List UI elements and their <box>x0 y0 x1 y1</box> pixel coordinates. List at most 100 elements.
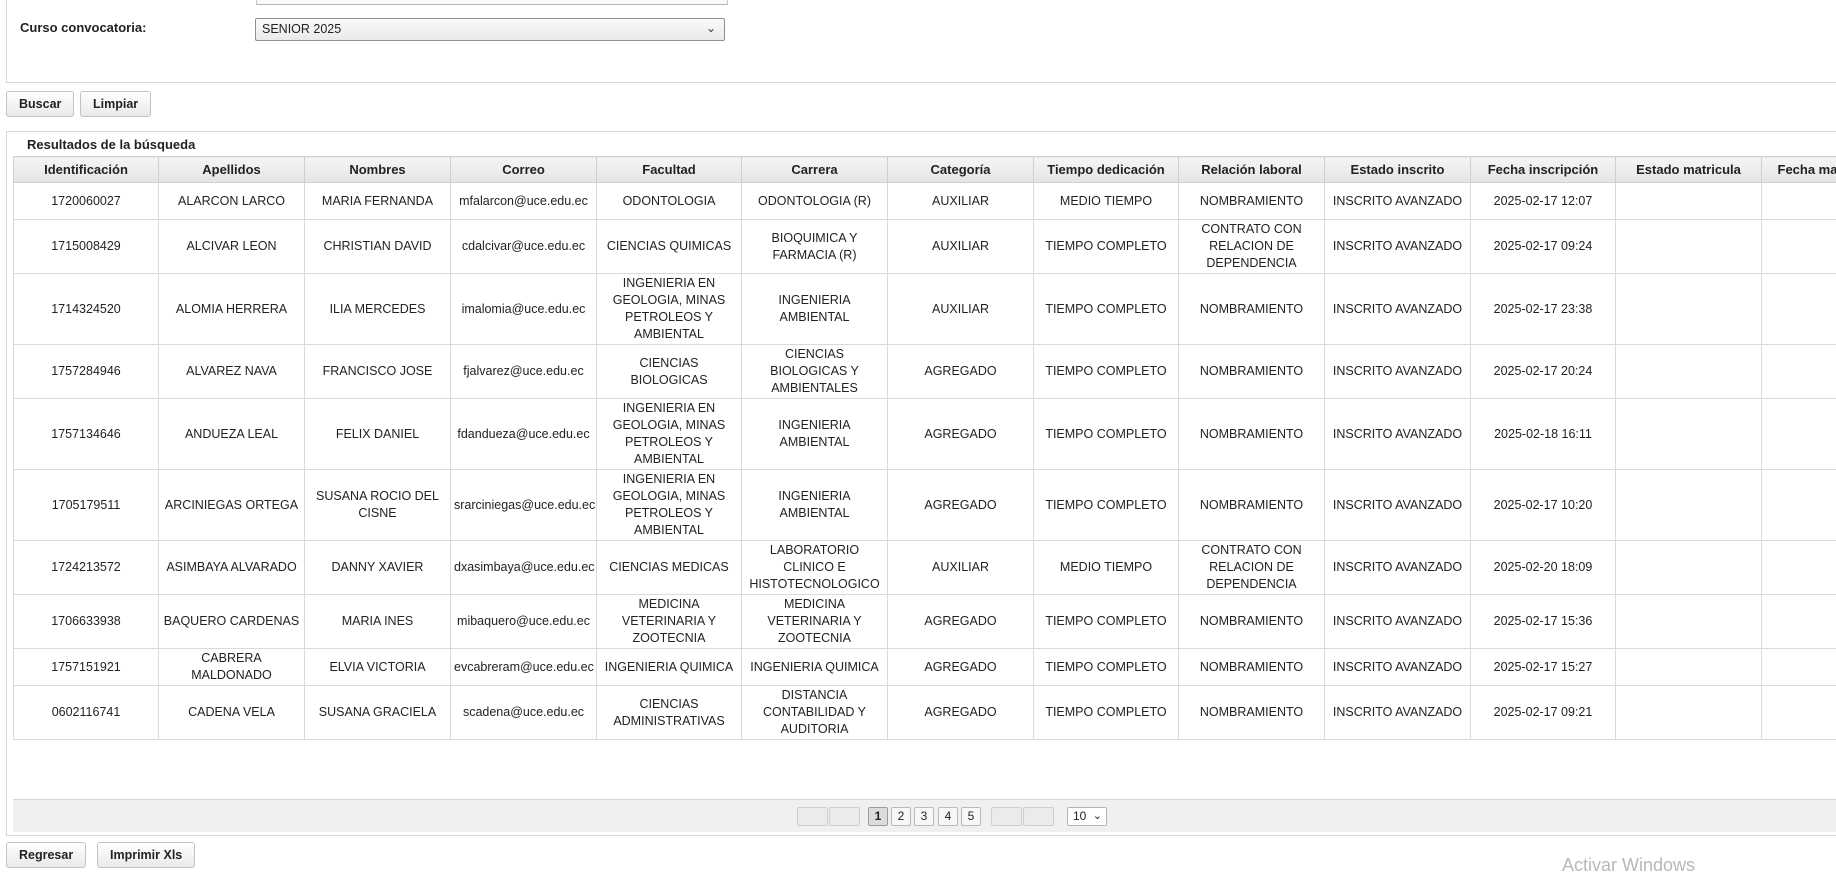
cell-nombres: MARIA INES <box>304 594 451 649</box>
column-header[interactable]: Apellidos <box>158 156 305 183</box>
table-row[interactable]: 1724213572 ASIMBAYA ALVARADO DANNY XAVIER d… <box>13 540 1836 595</box>
search-button[interactable]: Buscar <box>6 91 75 117</box>
column-header[interactable]: Identificación <box>13 156 159 183</box>
cell-relacion-laboral: NOMBRAMIENTO <box>1178 273 1325 345</box>
cell-identificacion: 1714324520 <box>13 273 159 345</box>
cell-facultad: ODONTOLOGIA <box>596 182 742 220</box>
cell-correo: mibaquero@uce.edu.ec <box>450 594 597 649</box>
cell-facultad: CIENCIAS QUIMICAS <box>596 219 742 274</box>
cell-identificacion: 1705179511 <box>13 469 159 541</box>
cell-estado-matricula <box>1615 219 1762 274</box>
cell-carrera: ODONTOLOGIA (R) <box>741 182 888 220</box>
cell-fecha-matricula <box>1761 273 1836 345</box>
cell-estado-inscrito: INSCRITO AVANZADO <box>1324 182 1471 220</box>
course-select[interactable]: SENIOR 2025 ⌄ <box>255 18 725 41</box>
export-xls-button[interactable]: Imprimir Xls <box>97 842 196 868</box>
course-label: Curso convocatoria: <box>20 20 147 35</box>
cell-identificacion: 1757151921 <box>13 648 159 686</box>
cell-nombres: FELIX DANIEL <box>304 398 451 470</box>
cell-carrera: MEDICINA VETERINARIA Y ZOOTECNIA <box>741 594 888 649</box>
cell-carrera: INGENIERIA AMBIENTAL <box>741 398 888 470</box>
column-header[interactable]: Estado matricula <box>1615 156 1762 183</box>
column-header[interactable]: Fecha ma <box>1761 156 1836 183</box>
cell-nombres: CHRISTIAN DAVID <box>304 219 451 274</box>
next-page-button[interactable] <box>991 807 1022 826</box>
cell-fecha-inscripcion: 2025-02-20 18:09 <box>1470 540 1616 595</box>
back-button[interactable]: Regresar <box>6 842 87 868</box>
last-page-button[interactable] <box>1023 807 1054 826</box>
table-row[interactable]: 1757284946 ALVAREZ NAVA FRANCISCO JOSE fjal… <box>13 344 1836 399</box>
cell-tiempo-dedicacion: TIEMPO COMPLETO <box>1033 273 1179 345</box>
cell-estado-inscrito: INSCRITO AVANZADO <box>1324 594 1471 649</box>
column-header[interactable]: Facultad <box>596 156 742 183</box>
first-page-button[interactable] <box>797 807 828 826</box>
cell-carrera: INGENIERIA QUIMICA <box>741 648 888 686</box>
cell-facultad: INGENIERIA EN GEOLOGIA, MINAS PETROLEOS … <box>596 398 742 470</box>
cell-identificacion: 1757134646 <box>13 398 159 470</box>
table-row[interactable]: 1715008429 ALCIVAR LEON CHRISTIAN DAVID cda… <box>13 219 1836 274</box>
cell-carrera: INGENIERIA AMBIENTAL <box>741 469 888 541</box>
cell-categoria: AGREGADO <box>887 344 1034 399</box>
table-row[interactable]: 0602116741 CADENA VELA SUSANA GRACIELA scad… <box>13 685 1836 740</box>
cell-estado-inscrito: INSCRITO AVANZADO <box>1324 219 1471 274</box>
cell-apellidos: BAQUERO CARDENAS <box>158 594 305 649</box>
column-header[interactable]: Correo <box>450 156 597 183</box>
page-button-4[interactable]: 4 <box>938 807 958 826</box>
prev-page-button[interactable] <box>829 807 860 826</box>
cell-fecha-matricula <box>1761 685 1836 740</box>
cell-fecha-inscripcion: 2025-02-17 09:24 <box>1470 219 1616 274</box>
cell-identificacion: 1757284946 <box>13 344 159 399</box>
chevron-down-icon: ⌄ <box>705 21 716 35</box>
cell-nombres: DANNY XAVIER <box>304 540 451 595</box>
column-header[interactable]: Categoría <box>887 156 1034 183</box>
column-header[interactable]: Tiempo dedicación <box>1033 156 1179 183</box>
cell-categoria: AGREGADO <box>887 648 1034 686</box>
table-row[interactable]: 1705179511 ARCINIEGAS ORTEGA SUSANA ROCIO … <box>13 469 1836 541</box>
cell-estado-matricula <box>1615 398 1762 470</box>
page-button-2[interactable]: 2 <box>891 807 911 826</box>
cell-estado-matricula <box>1615 648 1762 686</box>
cell-apellidos: ARCINIEGAS ORTEGA <box>158 469 305 541</box>
column-header[interactable]: Carrera <box>741 156 888 183</box>
cell-relacion-laboral: NOMBRAMIENTO <box>1178 594 1325 649</box>
cell-fecha-matricula <box>1761 398 1836 470</box>
cell-estado-inscrito: INSCRITO AVANZADO <box>1324 648 1471 686</box>
chevron-down-icon: ⌄ <box>1092 810 1102 822</box>
table-row[interactable]: 1757134646 ANDUEZA LEAL FELIX DANIEL fdandu… <box>13 398 1836 470</box>
column-header[interactable]: Relación laboral <box>1178 156 1325 183</box>
cell-estado-matricula <box>1615 273 1762 345</box>
course-select-value: SENIOR 2025 <box>262 22 342 36</box>
cell-carrera: INGENIERIA AMBIENTAL <box>741 273 888 345</box>
cell-facultad: MEDICINA VETERINARIA Y ZOOTECNIA <box>596 594 742 649</box>
cell-carrera: CIENCIAS BIOLOGICAS Y AMBIENTALES <box>741 344 888 399</box>
clear-button[interactable]: Limpiar <box>80 91 152 117</box>
table-body: 1720060027 ALARCON LARCO MARIA FERNANDA mfa… <box>13 182 1836 740</box>
cell-apellidos: ALCIVAR LEON <box>158 219 305 274</box>
rows-per-page-select[interactable]: 10 ⌄ <box>1067 807 1107 826</box>
column-header[interactable]: Nombres <box>304 156 451 183</box>
cell-categoria: AGREGADO <box>887 398 1034 470</box>
column-header[interactable]: Estado inscrito <box>1324 156 1471 183</box>
cell-apellidos: ANDUEZA LEAL <box>158 398 305 470</box>
cell-fecha-inscripcion: 2025-02-17 10:20 <box>1470 469 1616 541</box>
table-row[interactable]: 1706633938 BAQUERO CARDENAS MARIA INES miba… <box>13 594 1836 649</box>
page-button-5[interactable]: 5 <box>961 807 981 826</box>
page-button-1[interactable]: 1 <box>868 807 888 826</box>
cell-categoria: AGREGADO <box>887 469 1034 541</box>
results-title: Resultados de la búsqueda <box>27 137 196 152</box>
table-row[interactable]: 1714324520 ALOMIA HERRERA ILIA MERCEDES ima… <box>13 273 1836 345</box>
cell-estado-inscrito: INSCRITO AVANZADO <box>1324 540 1471 595</box>
cell-correo: mfalarcon@uce.edu.ec <box>450 182 597 220</box>
cell-categoria: AGREGADO <box>887 594 1034 649</box>
cell-estado-matricula <box>1615 685 1762 740</box>
windows-activation-watermark: Activar Windows <box>1562 855 1696 875</box>
table-row[interactable]: 1720060027 ALARCON LARCO MARIA FERNANDA mfa… <box>13 182 1836 220</box>
cell-fecha-matricula <box>1761 648 1836 686</box>
cell-nombres: MARIA FERNANDA <box>304 182 451 220</box>
page-button-3[interactable]: 3 <box>914 807 934 826</box>
column-header[interactable]: Fecha inscripción <box>1470 156 1616 183</box>
cell-relacion-laboral: NOMBRAMIENTO <box>1178 648 1325 686</box>
cell-fecha-inscripcion: 2025-02-18 16:11 <box>1470 398 1616 470</box>
table-row[interactable]: 1757151921 CABRERA MALDONADO ELVIA VICTORI… <box>13 648 1836 686</box>
cell-fecha-inscripcion: 2025-02-17 12:07 <box>1470 182 1616 220</box>
